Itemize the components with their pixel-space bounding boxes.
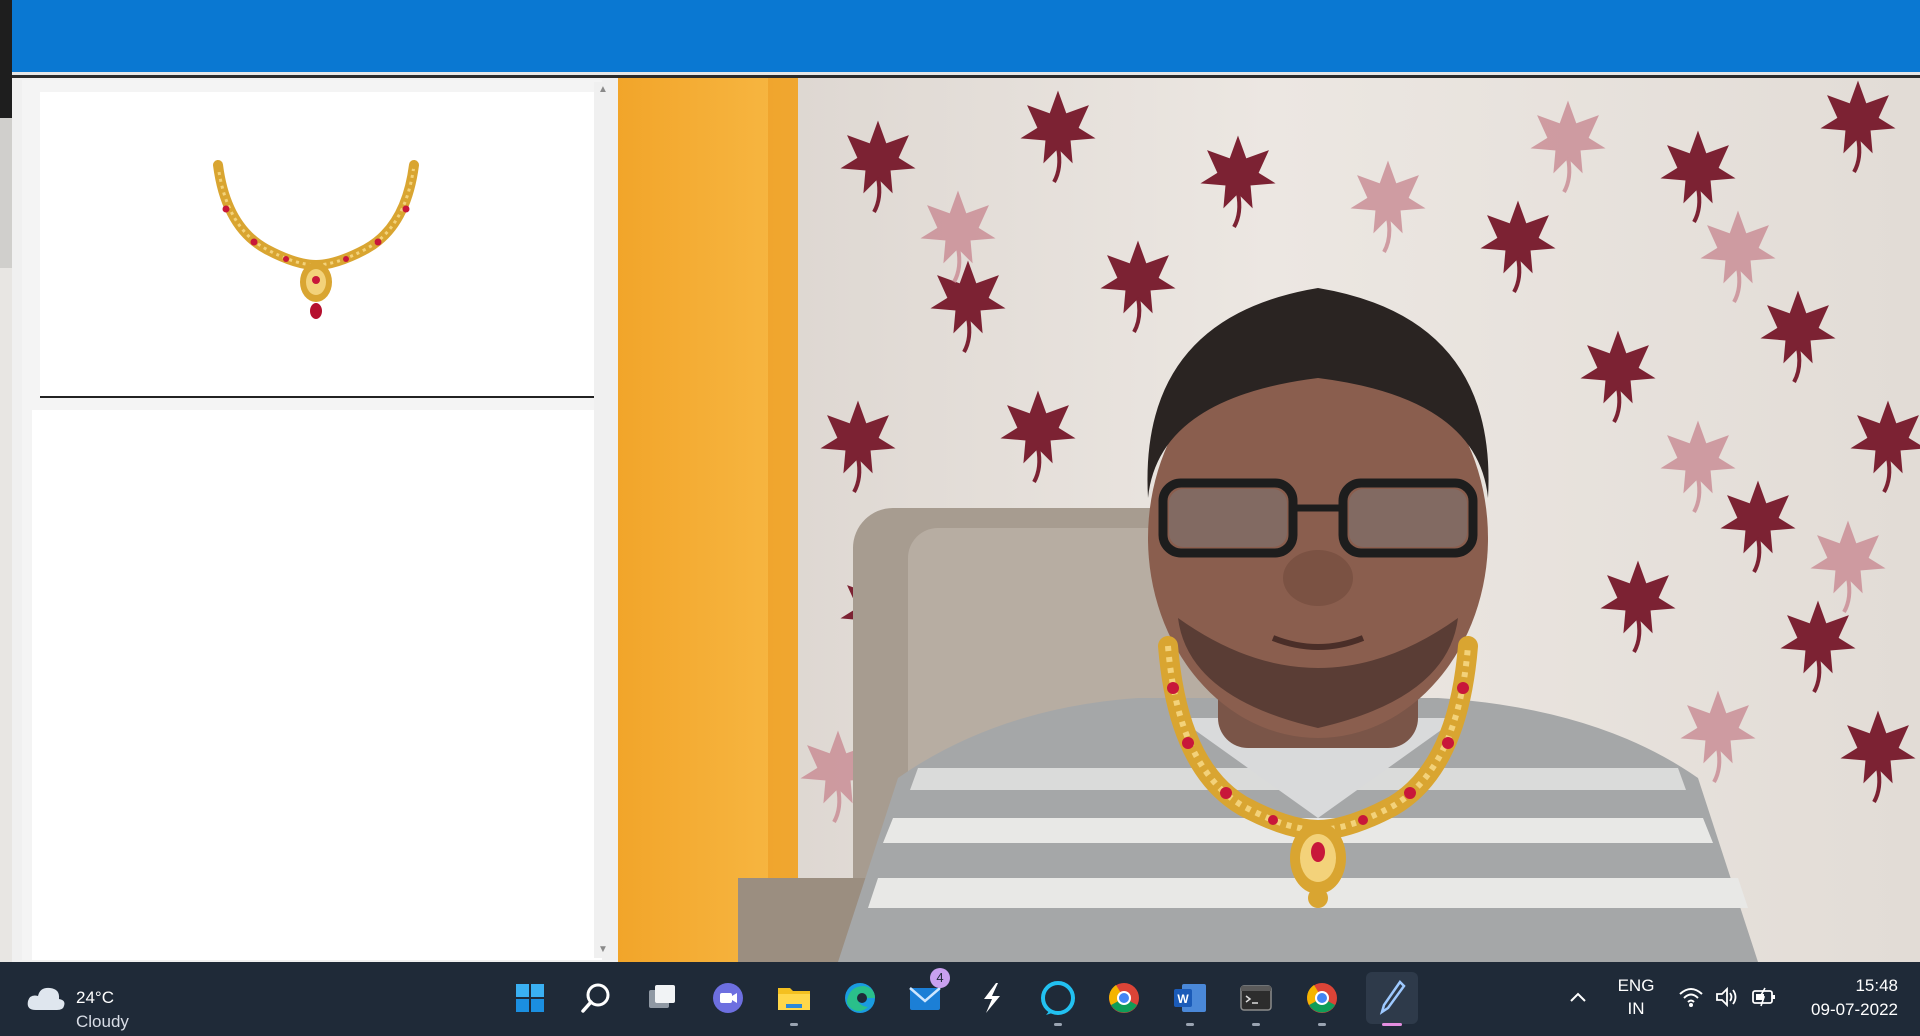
volume-icon[interactable] [1714,986,1740,1008]
clock-date: 09-07-2022 [1811,1000,1898,1019]
alexa-icon [1041,981,1075,1015]
region-code: IN [1627,999,1645,1018]
windows-taskbar: 24°C Cloudy 4 W ENG IN 15:48 09-07-2022 [0,962,1920,1036]
teams-chat-icon [713,983,743,1013]
title-bar-edge [12,72,1920,75]
necklace-product-item[interactable] [40,92,596,398]
running-indicator [1054,1023,1062,1026]
jewelry-listbox[interactable] [22,80,602,960]
list-scrollbar[interactable]: ▲ ▼ [594,82,612,958]
pen-app-button[interactable] [1366,972,1418,1026]
terminal-button[interactable] [1234,976,1278,1026]
file-explorer-button[interactable] [772,976,816,1026]
background-window-mid [0,118,12,268]
running-indicator [1252,1023,1260,1026]
search-icon [581,983,610,1013]
edge-icon [845,983,875,1013]
chrome-button-2[interactable] [1300,976,1344,1026]
app-lightning-button[interactable] [970,976,1014,1020]
app-lightning-icon [984,983,1000,1013]
task-view-icon [649,985,675,1008]
wifi-icon[interactable] [1678,986,1704,1008]
battery-charging-icon[interactable] [1750,986,1778,1008]
svg-text:W: W [1177,992,1189,1006]
necklace-thumbnail [213,160,419,319]
task-view-button[interactable] [640,976,684,1020]
edge-button[interactable] [838,976,882,1020]
word-button[interactable]: W [1168,976,1212,1026]
webcam-frame-image [618,78,1920,962]
search-button[interactable] [574,976,618,1020]
running-indicator [790,1023,798,1026]
file-explorer-icon [778,988,810,1010]
scroll-down-arrow-icon[interactable]: ▼ [597,944,609,956]
clock-time: 15:48 [1855,976,1898,995]
terminal-icon [1240,985,1272,1011]
list-empty-area [32,410,602,960]
teams-chat-button[interactable] [706,976,750,1020]
weather-condition: Cloudy [76,1012,129,1031]
start-icon [516,984,544,1012]
webcam-preview [618,78,1920,962]
scroll-up-arrow-icon[interactable]: ▲ [597,84,609,96]
language-code: ENG [1617,976,1655,995]
language-indicator[interactable]: ENG IN [1614,976,1658,1019]
chrome-button[interactable] [1102,976,1146,1020]
running-indicator [1318,1023,1326,1026]
jewelry-list-panel: ▲ ▼ [12,78,618,962]
weather-temperature: 24°C [76,988,114,1007]
chrome-icon [1109,983,1139,1013]
background-window-strip [0,0,12,962]
alexa-button[interactable] [1036,976,1080,1026]
chrome-icon [1307,983,1337,1013]
background-window-dark [0,0,12,118]
system-clock[interactable]: 15:48 09-07-2022 [1811,974,1898,1022]
start-button[interactable] [508,976,552,1020]
mail-button[interactable]: 4 [904,968,950,1020]
chevron-up-icon[interactable] [1568,990,1588,1004]
cloud-icon [27,987,65,1010]
active-indicator [1382,1023,1402,1026]
word-icon: W [1174,984,1206,1012]
app-title-bar[interactable] [12,0,1920,75]
pen-app-icon [1379,980,1406,1015]
mail-badge: 4 [930,968,950,988]
running-indicator [1186,1023,1194,1026]
